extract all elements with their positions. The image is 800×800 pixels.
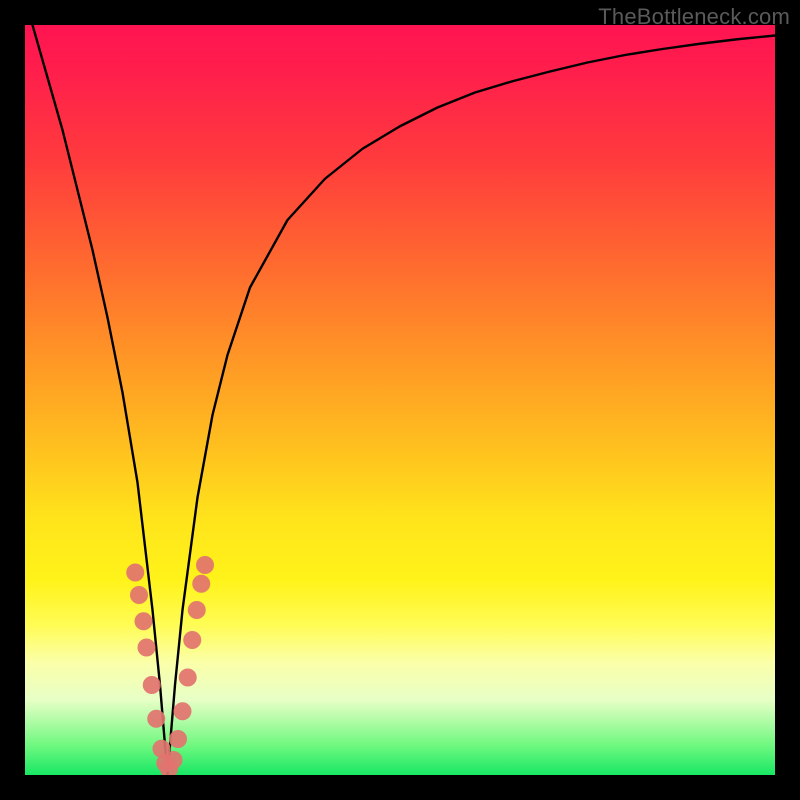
plot-area — [25, 25, 775, 775]
bottleneck-curve — [33, 25, 776, 775]
watermark-text: TheBottleneck.com — [598, 4, 790, 30]
chart-svg — [25, 25, 775, 775]
sample-dots — [126, 556, 214, 775]
chart-frame: TheBottleneck.com — [0, 0, 800, 800]
